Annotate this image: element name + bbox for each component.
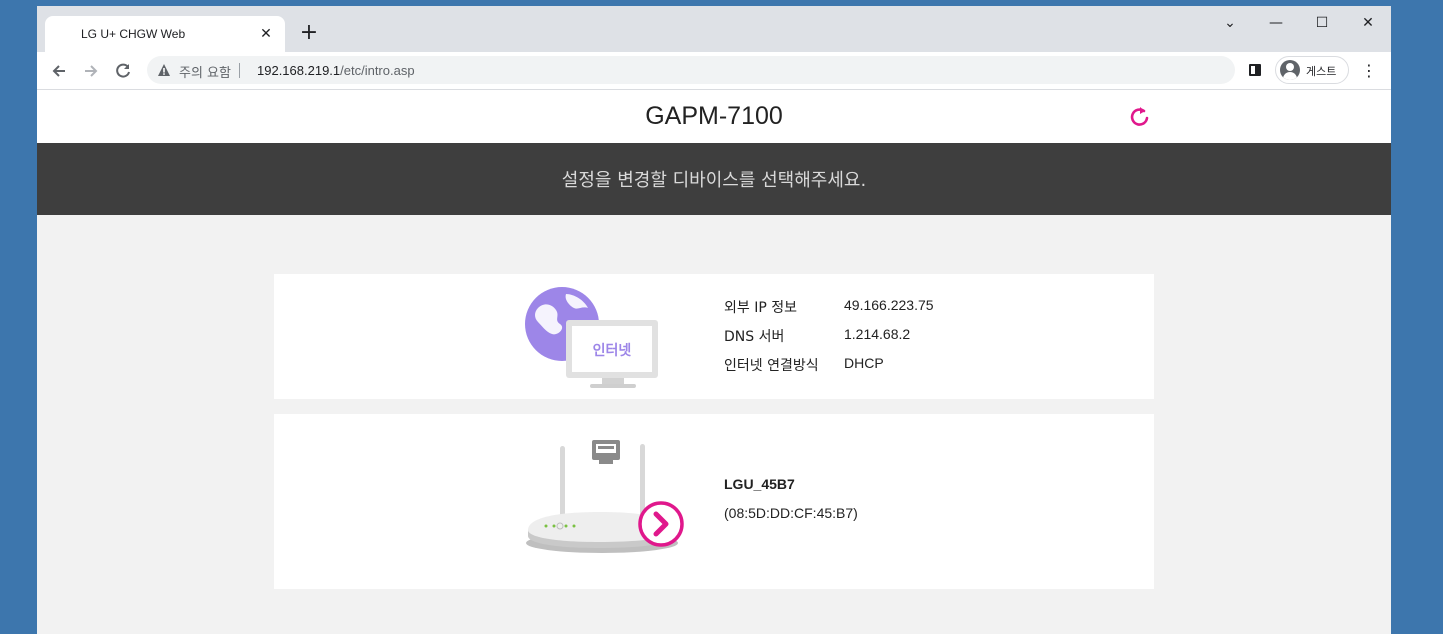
banner-text: 설정을 변경할 디바이스를 선택해주세요.: [561, 170, 867, 191]
external-ip-label: 외부 IP 정보: [724, 300, 797, 316]
omnibox-divider: [239, 63, 240, 78]
device-select-button[interactable]: [640, 502, 682, 544]
dns-server-label: DNS 서버: [724, 329, 785, 345]
external-ip-value: 49.166.223.75: [844, 297, 934, 313]
warning-icon: [158, 64, 170, 76]
profile-label: 게스트: [1306, 65, 1337, 78]
browser-window: LG U+ CHGW Web ✕ + ⌄ — ☐ ✕ 주의 요함 192.168…: [37, 6, 1391, 634]
reload-icon[interactable]: [110, 58, 136, 84]
browser-toolbar: 주의 요함 192.168.219.1/etc/intro.asp 게스트 ⋮: [37, 52, 1391, 90]
page-header: GAPM-7100: [37, 90, 1391, 143]
address-bar[interactable]: 주의 요함 192.168.219.1/etc/intro.asp: [147, 56, 1235, 84]
device-card[interactable]: LGU_45B7 (08:5D:DD:CF:45:B7): [274, 414, 1154, 589]
back-icon[interactable]: [46, 58, 72, 84]
security-warning-label[interactable]: 주의 요함: [179, 62, 231, 81]
close-window-button[interactable]: ✕: [1345, 8, 1391, 38]
page-content: GAPM-7100 설정을 변경할 디바이스를 선택해주세요. 인터넷 외부 I: [37, 90, 1391, 634]
instruction-banner: 설정을 변경할 디바이스를 선택해주세요.: [37, 143, 1391, 215]
device-mac: (08:5D:DD:CF:45:B7): [724, 505, 858, 521]
internet-info-card: 인터넷 외부 IP 정보 49.166.223.75 DNS 서버 1.214.…: [274, 274, 1154, 399]
url-text[interactable]: 192.168.219.1/etc/intro.asp: [257, 63, 415, 78]
tab-search-icon[interactable]: ⌄: [1207, 8, 1253, 38]
refresh-icon[interactable]: [1127, 104, 1153, 130]
minimize-button[interactable]: —: [1253, 8, 1299, 38]
browser-tab[interactable]: LG U+ CHGW Web ✕: [45, 16, 285, 52]
page-title: GAPM-7100: [645, 102, 783, 130]
device-name[interactable]: LGU_45B7: [724, 476, 795, 492]
profile-icon: [1280, 60, 1300, 80]
profile-button[interactable]: 게스트: [1275, 56, 1349, 84]
dns-server-value: 1.214.68.2: [844, 326, 911, 342]
url-path: /etc/intro.asp: [340, 63, 415, 78]
tab-strip: LG U+ CHGW Web ✕ + ⌄ — ☐ ✕: [37, 6, 1391, 52]
url-host: 192.168.219.1: [257, 63, 341, 78]
maximize-button[interactable]: ☐: [1299, 8, 1345, 38]
tab-title: LG U+ CHGW Web: [81, 27, 186, 41]
connection-type-value: DHCP: [844, 355, 884, 371]
forward-icon[interactable]: [78, 58, 104, 84]
internet-badge: 인터넷: [593, 342, 632, 359]
menu-icon[interactable]: ⋮: [1357, 58, 1381, 84]
side-panel-icon[interactable]: [1249, 64, 1261, 76]
new-tab-button[interactable]: +: [297, 22, 321, 46]
internet-globe-monitor-icon: 인터넷: [525, 287, 658, 388]
tab-close-icon[interactable]: ✕: [257, 25, 275, 43]
connection-type-label: 인터넷 연결방식: [724, 358, 819, 374]
